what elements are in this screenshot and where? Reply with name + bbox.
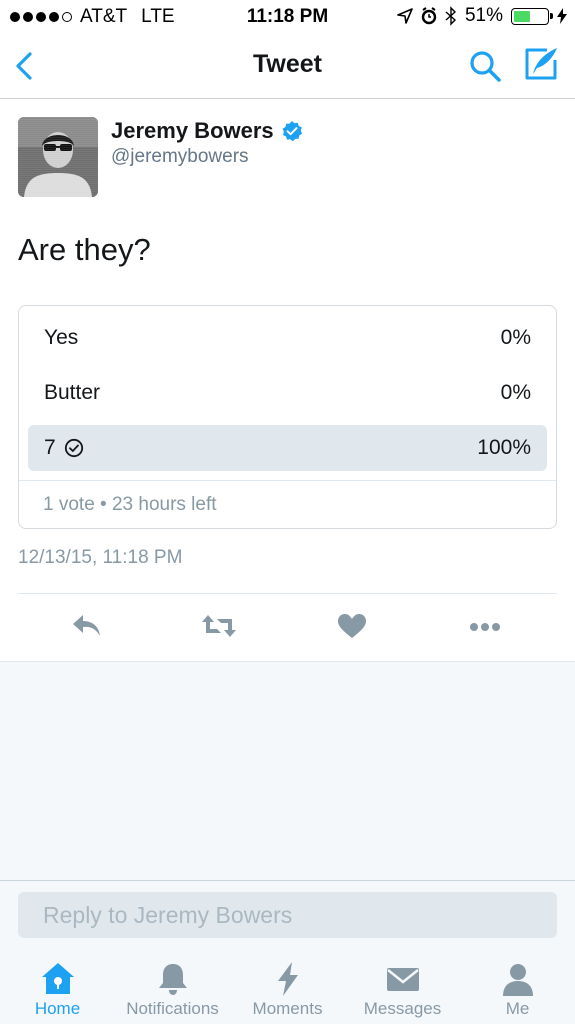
home-icon	[41, 963, 74, 994]
author-name[interactable]: Jeremy Bowers	[111, 118, 274, 144]
lightning-icon	[277, 962, 298, 996]
poll-option-percent: 0%	[500, 381, 531, 404]
poll-meta: 1 vote • 23 hours left	[43, 494, 217, 515]
check-circle-icon	[64, 438, 83, 458]
author-name-row[interactable]: Jeremy Bowers	[111, 118, 303, 144]
battery-percent: 51%	[464, 5, 503, 26]
tab-home[interactable]: Home	[0, 949, 115, 1024]
search-icon[interactable]	[467, 48, 503, 84]
tab-bar: Home Notifications Moments Messages Me	[0, 949, 575, 1024]
person-icon	[502, 964, 533, 996]
status-right: 51%	[397, 5, 567, 27]
location-arrow-icon	[397, 8, 413, 24]
tab-label: Me	[505, 999, 530, 1018]
avatar[interactable]	[18, 117, 98, 197]
bluetooth-icon	[445, 6, 456, 26]
tab-label: Home	[34, 999, 81, 1018]
tab-moments[interactable]: Moments	[230, 949, 345, 1024]
tab-messages[interactable]: Messages	[345, 949, 460, 1024]
navigation-bar: Tweet	[0, 34, 575, 99]
tweet-text: Are they?	[18, 232, 151, 267]
tab-label: Notifications	[126, 999, 219, 1018]
reply-input[interactable]	[18, 892, 557, 938]
retweet-icon[interactable]	[201, 611, 237, 641]
tweet-timestamp: 12/13/15, 11:18 PM	[18, 547, 183, 568]
tab-label: Moments	[252, 999, 323, 1018]
like-icon[interactable]	[334, 611, 370, 641]
reply-icon[interactable]	[69, 611, 105, 641]
poll-option-percent: 100%	[477, 436, 531, 459]
poll-divider	[19, 480, 556, 481]
tab-label: Messages	[363, 999, 442, 1018]
poll-option-label-row: 7	[44, 436, 84, 460]
poll-option-percent: 0%	[500, 326, 531, 349]
reply-bar	[0, 881, 575, 949]
poll-card: Yes 0% Butter 0% 7 100% 1 vote • 23 hour…	[18, 305, 557, 529]
charging-bolt-icon	[557, 8, 567, 24]
status-bar: AT&T LTE 11:18 PM 51%	[0, 0, 575, 34]
battery-icon	[511, 7, 553, 25]
author-handle[interactable]: @jeremybowers	[111, 146, 249, 168]
divider	[18, 593, 557, 594]
more-icon[interactable]	[467, 611, 503, 641]
poll-option-label: 7	[44, 436, 56, 459]
alarm-clock-icon	[421, 7, 437, 25]
poll-option: Yes 0%	[28, 315, 547, 361]
replies-area	[0, 661, 575, 881]
verified-badge-icon	[282, 121, 302, 142]
poll-option: Butter 0%	[28, 370, 547, 416]
tab-me[interactable]: Me	[460, 949, 575, 1024]
poll-option-label: Yes	[44, 326, 79, 349]
compose-icon[interactable]	[521, 44, 561, 84]
bell-icon	[158, 964, 187, 995]
poll-option-label: Butter	[44, 381, 101, 404]
battery-level-fill	[514, 10, 531, 22]
envelope-icon	[386, 968, 419, 991]
poll-option-winner: 7 100%	[28, 425, 547, 471]
tweet-actions	[0, 603, 575, 651]
tab-notifications[interactable]: Notifications	[115, 949, 230, 1024]
